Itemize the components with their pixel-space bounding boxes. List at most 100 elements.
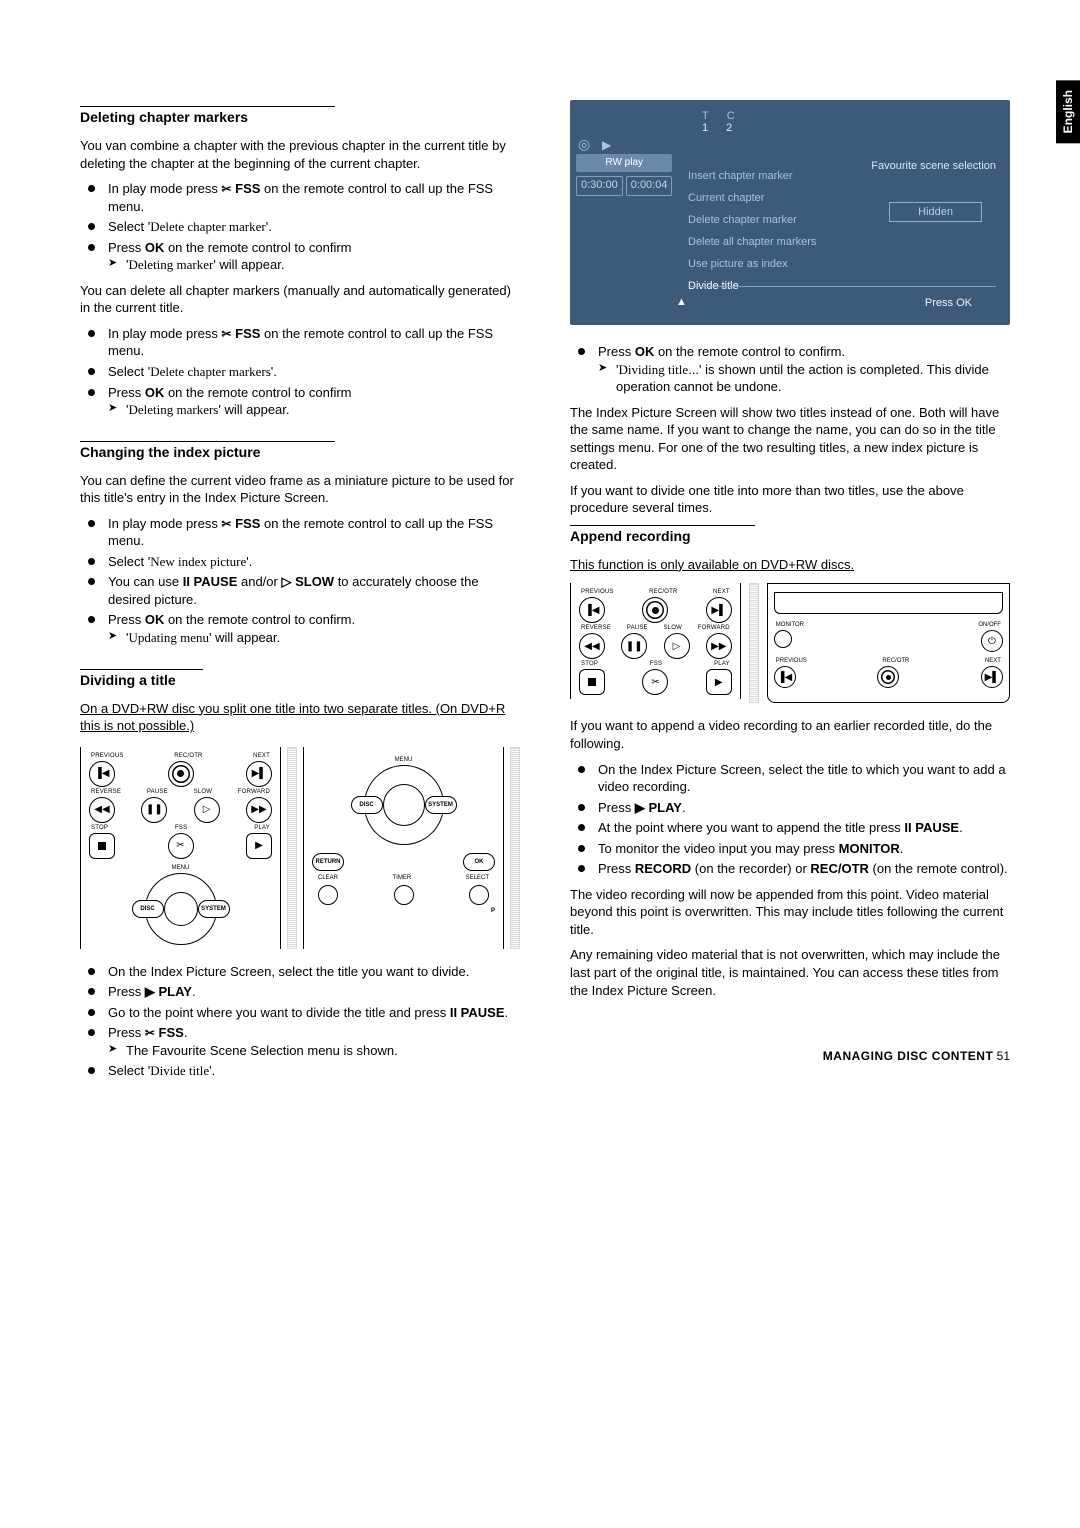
heading-deleting-markers: Deleting chapter markers [80,106,335,125]
right-column: TC 12 ◎ ▶ RW play 0:30:00 0:00:04 Favour… [570,100,1010,1084]
osd-menu-item: Current chapter [688,187,816,209]
step: You can use II PAUSE and/or ▷ SLOW to ac… [80,573,520,608]
pause-icon: ❚❚ [141,797,167,823]
left-column: Deleting chapter markers You van combine… [80,100,520,1084]
prev-icon: ▐◀ [89,761,115,787]
disc-icon: ◎ [578,136,590,153]
pause-icon: ❚❚ [621,633,647,659]
system-button: SYSTEM [425,796,457,814]
forward-icon: ▶▶ [246,797,272,823]
cursor-icon: ▲ [676,296,687,308]
step: In play mode press ✂ FSS on the remote c… [80,515,520,550]
step: On the Index Picture Screen, select the … [570,761,1010,796]
disc-button: DISC [132,900,164,918]
para: If you want to append a video recording … [570,717,1010,752]
play-icon: ▶ [246,833,272,859]
nav-wheel: DISC SYSTEM [364,765,444,845]
return-button: RETURN [312,853,344,871]
nav-wheel: DISC SYSTEM [145,873,217,945]
power-icon: ⏻ [981,630,1003,652]
step: Press OK on the remote control to confir… [80,384,520,419]
step: Press OK on the remote control to confir… [80,239,520,274]
para-note: This function is only available on DVD+R… [570,556,1010,574]
remote-diagram-divide: PREVIOUSREC/OTRNEXT ▐◀▶▌ REVERSEPAUSESLO… [80,747,520,949]
para: You can delete all chapter markers (manu… [80,282,520,317]
para: If you want to divide one title into mor… [570,482,1010,517]
step: In play mode press ✂ FSS on the remote c… [80,180,520,215]
para: The Index Picture Screen will show two t… [570,404,1010,474]
step: Go to the point where you want to divide… [80,1004,520,1022]
clear-button [318,885,338,905]
play-icon: ▶ [706,669,732,695]
fss-icon: ✂ [221,182,231,196]
next-icon: ▶▌ [246,761,272,787]
step: Select 'Delete chapter marker'. [80,218,520,236]
step: Select 'Delete chapter markers'. [80,363,520,381]
remote-right-panel: MENU DISC SYSTEM RETURNOK CLEARTIMERSELE… [303,747,504,949]
next-icon: ▶▌ [981,666,1003,688]
time-current: 0:00:04 [626,176,673,196]
remote-spacer [287,747,297,949]
heading-dividing-title: Dividing a title [80,669,203,688]
ok-button: OK [463,853,495,871]
step: Press ▶ PLAY. [570,799,1010,817]
remote-left-panel: PREVIOUSREC/OTRNEXT ▐◀▶▌ REVERSEPAUSESLO… [80,747,281,949]
heading-append-recording: Append recording [570,525,755,544]
prev-icon: ▐◀ [774,666,796,688]
step: In play mode press ✂ FSS on the remote c… [80,325,520,360]
language-tab: English [1056,80,1080,143]
slow-icon: ▷ [194,797,220,823]
para-note: On a DVD+RW disc you split one title int… [80,700,520,735]
step: Press ✂ FSS. The Favourite Scene Selecti… [80,1024,520,1059]
reverse-icon: ◀◀ [89,797,115,823]
result-line: 'Deleting marker' will appear. [108,256,520,274]
step: To monitor the video input you may press… [570,840,1010,858]
page-number: 51 [997,1049,1010,1063]
fss-icon: ✂ [221,327,231,341]
timer-button [394,885,414,905]
stop-icon [89,833,115,859]
step: Press OK on the remote control to confir… [570,343,1010,396]
forward-icon: ▶▶ [706,633,732,659]
osd-menu-item: Delete all chapter markers [688,231,816,253]
remote-panel: PREVIOUSREC/OTRNEXT ▐◀▶▌ REVERSEPAUSESLO… [570,583,741,699]
result-line: 'Updating menu' will appear. [108,629,520,647]
remote-spacer [749,583,759,703]
step: Press ▶ PLAY. [80,983,520,1001]
step: Select 'Divide title'. [80,1062,520,1080]
system-button: SYSTEM [198,900,230,918]
record-icon [877,666,899,688]
select-button [469,885,489,905]
record-icon [168,761,194,787]
step: Press OK on the remote control to confir… [80,611,520,646]
osd-menu-item: Delete chapter marker [688,209,816,231]
para: You van combine a chapter with the previ… [80,137,520,172]
fss-icon: ✂ [642,669,668,695]
para: Any remaining video material that is not… [570,946,1010,999]
recorder-panel: MONITORON/OFF ⏻ PREVIOUSREC/OTRNEXT ▐◀▶▌ [767,583,1010,703]
osd-menu-item: Use picture as index [688,253,816,275]
step: On the Index Picture Screen, select the … [80,963,520,981]
osd-hidden-box: Hidden [889,202,982,222]
fss-icon: ✂ [168,833,194,859]
rw-play-badge: RW play [576,154,672,172]
osd-press-ok: Press OK [925,297,972,309]
prev-icon: ▐◀ [579,597,605,623]
heading-changing-index: Changing the index picture [80,441,335,460]
disc-button: DISC [351,796,383,814]
remote-spacer [510,747,520,949]
result-line: 'Dividing title...' is shown until the a… [598,361,1010,396]
remote-diagram-append: PREVIOUSREC/OTRNEXT ▐◀▶▌ REVERSEPAUSESLO… [570,583,1010,703]
osd-title: Favourite scene selection [871,160,996,172]
footer-section-label: MANAGING DISC CONTENT [823,1049,994,1063]
osd-screenshot: TC 12 ◎ ▶ RW play 0:30:00 0:00:04 Favour… [570,100,1010,325]
para: You can define the current video frame a… [80,472,520,507]
step: Press RECORD (on the recorder) or REC/OT… [570,860,1010,878]
play-icon: ▶ [602,138,611,152]
time-total: 0:30:00 [576,176,623,196]
result-line: 'Deleting markers' will appear. [108,401,520,419]
fss-icon: ✂ [145,1026,155,1040]
next-icon: ▶▌ [706,597,732,623]
reverse-icon: ◀◀ [579,633,605,659]
monitor-button [774,630,792,648]
